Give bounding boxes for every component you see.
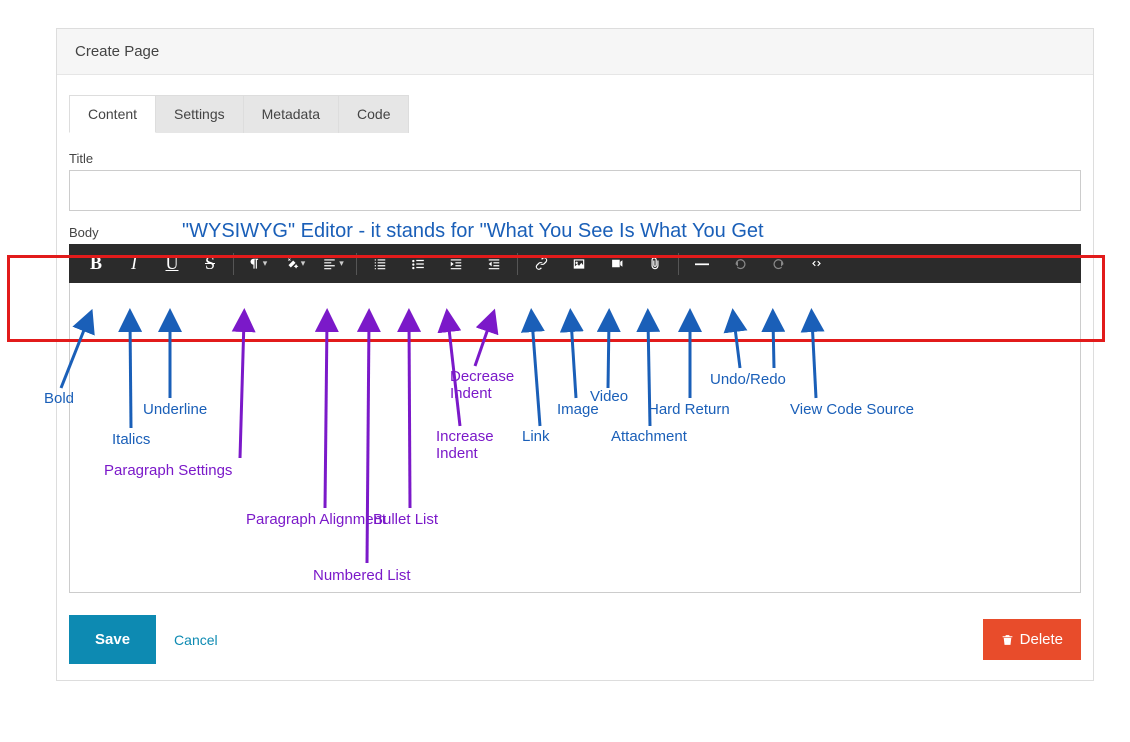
hard-return-button[interactable] [683,244,721,283]
toolbar-separator [233,253,234,275]
link-icon [534,256,549,271]
italic-button[interactable]: I [115,244,153,283]
minus-icon [695,262,709,266]
magic-button[interactable]: ▾ [276,244,314,283]
ordered-list-icon [372,257,388,271]
cancel-link[interactable]: Cancel [174,632,218,648]
bullet-list-button[interactable] [399,244,437,283]
footer: Save Cancel Delete [69,615,1081,664]
decrease-indent-button[interactable] [475,244,513,283]
magic-wand-icon [285,257,299,271]
undo-button[interactable] [721,244,759,283]
title-label: Title [69,151,1081,166]
undo-icon [733,256,748,271]
content-area: Content Settings Metadata Code Title Bod… [57,75,1093,680]
video-icon [609,257,625,270]
video-button[interactable] [598,244,636,283]
indent-icon [448,257,464,271]
redo-icon [771,256,786,271]
tab-metadata[interactable]: Metadata [244,95,339,133]
tab-code[interactable]: Code [339,95,409,133]
page-header: Create Page [57,29,1093,75]
link-button[interactable] [522,244,560,283]
footer-left: Save Cancel [69,615,218,664]
strikethrough-button[interactable]: S [191,244,229,283]
underline-button[interactable]: U [153,244,191,283]
unordered-list-icon [410,257,426,271]
page-container: Create Page Content Settings Metadata Co… [56,28,1094,681]
tab-settings[interactable]: Settings [156,95,244,133]
attachment-button[interactable] [636,244,674,283]
title-input[interactable] [69,170,1081,211]
toolbar-separator [517,253,518,275]
delete-label: Delete [1020,631,1063,648]
chevron-down-icon: ▾ [263,258,268,269]
editor-toolbar: B I U S ▾ ▾ ▾ [69,244,1081,283]
editor-body[interactable] [69,283,1081,593]
chevron-down-icon: ▾ [301,258,306,269]
pilcrow-icon [247,257,261,271]
body-section: Body B I U S ▾ ▾ ▾ [69,225,1081,593]
toolbar-separator [678,253,679,275]
paragraph-settings-button[interactable]: ▾ [238,244,276,283]
delete-button[interactable]: Delete [983,619,1081,660]
tab-content[interactable]: Content [69,95,156,133]
trash-icon [1001,633,1014,647]
save-button[interactable]: Save [69,615,156,664]
paperclip-icon [648,256,662,272]
chevron-down-icon: ▾ [339,258,344,269]
align-left-icon [322,257,337,271]
bold-button[interactable]: B [77,244,115,283]
paragraph-align-button[interactable]: ▾ [314,244,352,283]
toolbar-separator [356,253,357,275]
code-icon [808,257,825,270]
increase-indent-button[interactable] [437,244,475,283]
numbered-list-button[interactable] [361,244,399,283]
body-label: Body [69,225,1081,240]
outdent-icon [486,257,502,271]
image-button[interactable] [560,244,598,283]
image-icon [571,257,587,271]
page-title: Create Page [75,43,159,60]
redo-button[interactable] [759,244,797,283]
code-source-button[interactable] [797,244,835,283]
tabs: Content Settings Metadata Code [69,95,1081,133]
